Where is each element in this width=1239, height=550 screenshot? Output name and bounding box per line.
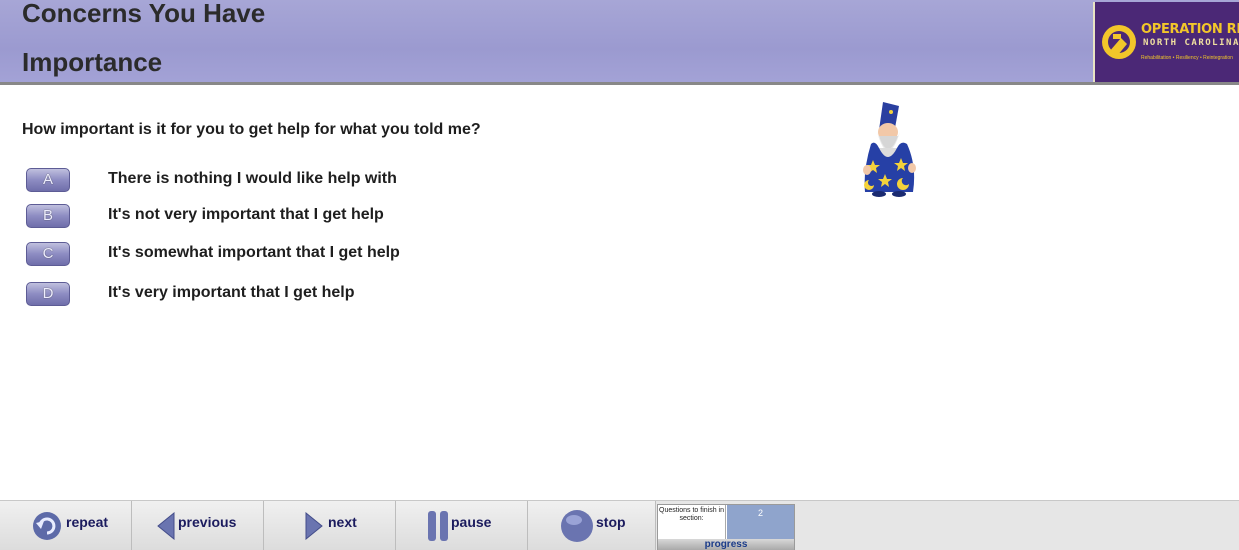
- option-b-label[interactable]: It's not very important that I get help: [108, 206, 384, 224]
- option-a-label[interactable]: There is nothing I would like help with: [108, 170, 397, 188]
- progress-bar: progress: [658, 539, 794, 550]
- previous-arrow-icon: [157, 512, 175, 540]
- section-subtitle: Importance: [22, 47, 163, 77]
- option-c-label[interactable]: It's somewhat important that I get help: [108, 244, 400, 262]
- option-b-button[interactable]: B: [26, 204, 70, 228]
- stop-button[interactable]: stop: [528, 501, 656, 550]
- logo-line-2: NORTH CAROLINA: [1143, 38, 1239, 48]
- progress-panel: Questions to finish in section: 2 progre…: [657, 504, 795, 550]
- option-a-button[interactable]: A: [26, 168, 70, 192]
- repeat-label[interactable]: repeat: [66, 514, 108, 530]
- option-d-label[interactable]: It's very important that I get help: [108, 284, 355, 302]
- header-banner: Concerns You Have Importance OPERATION R…: [0, 0, 1239, 85]
- stop-icon: [561, 510, 593, 542]
- option-a[interactable]: A There is nothing I would like help wit…: [26, 168, 526, 192]
- logo-line-3: Rehabilitation • Resiliency • Reintegrat…: [1141, 55, 1233, 61]
- pause-button[interactable]: pause: [396, 501, 528, 550]
- section-title: Concerns You Have: [22, 0, 266, 28]
- option-d[interactable]: D It's very important that I get help: [26, 282, 526, 306]
- wizard-character-icon: [863, 102, 916, 197]
- logo-emblem-icon: [1102, 25, 1136, 59]
- option-d-button[interactable]: D: [26, 282, 70, 306]
- questions-remaining-count: 2: [727, 505, 794, 539]
- logo-line-1: OPERATION REENTRY: [1141, 22, 1239, 37]
- next-arrow-icon: [305, 512, 323, 540]
- pause-icon: [428, 511, 448, 541]
- previous-button[interactable]: previous: [132, 501, 264, 550]
- previous-label[interactable]: previous: [178, 514, 236, 530]
- stop-label[interactable]: stop: [596, 514, 626, 530]
- pause-label[interactable]: pause: [451, 514, 491, 530]
- repeat-button[interactable]: repeat: [0, 501, 132, 550]
- questions-remaining-label: Questions to finish in section:: [658, 505, 726, 539]
- operation-reentry-logo: OPERATION REENTRY NORTH CAROLINA Rehabil…: [1093, 2, 1239, 82]
- bottom-toolbar: repeat previous next pause stop Question…: [0, 500, 1239, 550]
- repeat-icon: [33, 512, 61, 540]
- option-c[interactable]: C It's somewhat important that I get hel…: [26, 242, 526, 266]
- option-c-button[interactable]: C: [26, 242, 70, 266]
- option-b[interactable]: B It's not very important that I get hel…: [26, 204, 526, 228]
- next-button[interactable]: next: [264, 501, 396, 550]
- app-window: Concerns You Have Importance OPERATION R…: [0, 0, 1239, 550]
- next-label[interactable]: next: [328, 514, 357, 530]
- question-text: How important is it for you to get help …: [22, 121, 481, 138]
